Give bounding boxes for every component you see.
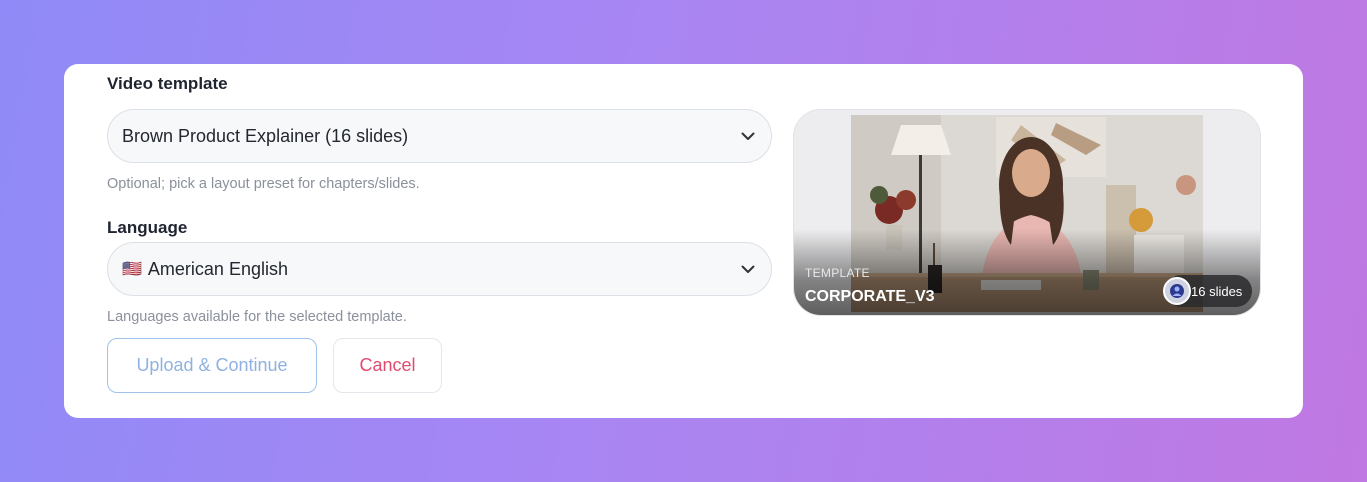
cancel-button[interactable]: Cancel xyxy=(333,338,442,393)
upload-settings-card: Video template Brown Product Explainer (… xyxy=(64,64,1303,418)
template-preview[interactable]: TEMPLATE CORPORATE_V3 16 slides xyxy=(793,109,1261,316)
presenter-avatar-icon xyxy=(1163,277,1191,305)
us-flag-icon: 🇺🇸 xyxy=(122,261,142,278)
slides-count: 16 slides xyxy=(1191,283,1243,299)
video-template-select[interactable]: Brown Product Explainer (16 slides) xyxy=(107,109,772,163)
video-template-label: Video template xyxy=(107,74,228,93)
chevron-down-icon xyxy=(739,260,757,278)
video-template-hint: Optional; pick a layout preset for chapt… xyxy=(107,176,420,192)
template-name: CORPORATE_V3 xyxy=(805,288,935,305)
language-select[interactable]: 🇺🇸 American English xyxy=(107,242,772,296)
video-template-value: Brown Product Explainer (16 slides) xyxy=(122,125,409,146)
language-value-wrap: 🇺🇸 American English xyxy=(122,259,739,280)
template-kicker: TEMPLATE xyxy=(805,266,870,280)
language-hint: Languages available for the selected tem… xyxy=(107,309,407,325)
slides-count-badge: 16 slides xyxy=(1163,275,1253,307)
chevron-down-icon xyxy=(739,127,757,145)
language-value: American English xyxy=(147,258,288,279)
upload-continue-button[interactable]: Upload & Continue xyxy=(107,338,317,393)
language-label: Language xyxy=(107,218,188,237)
